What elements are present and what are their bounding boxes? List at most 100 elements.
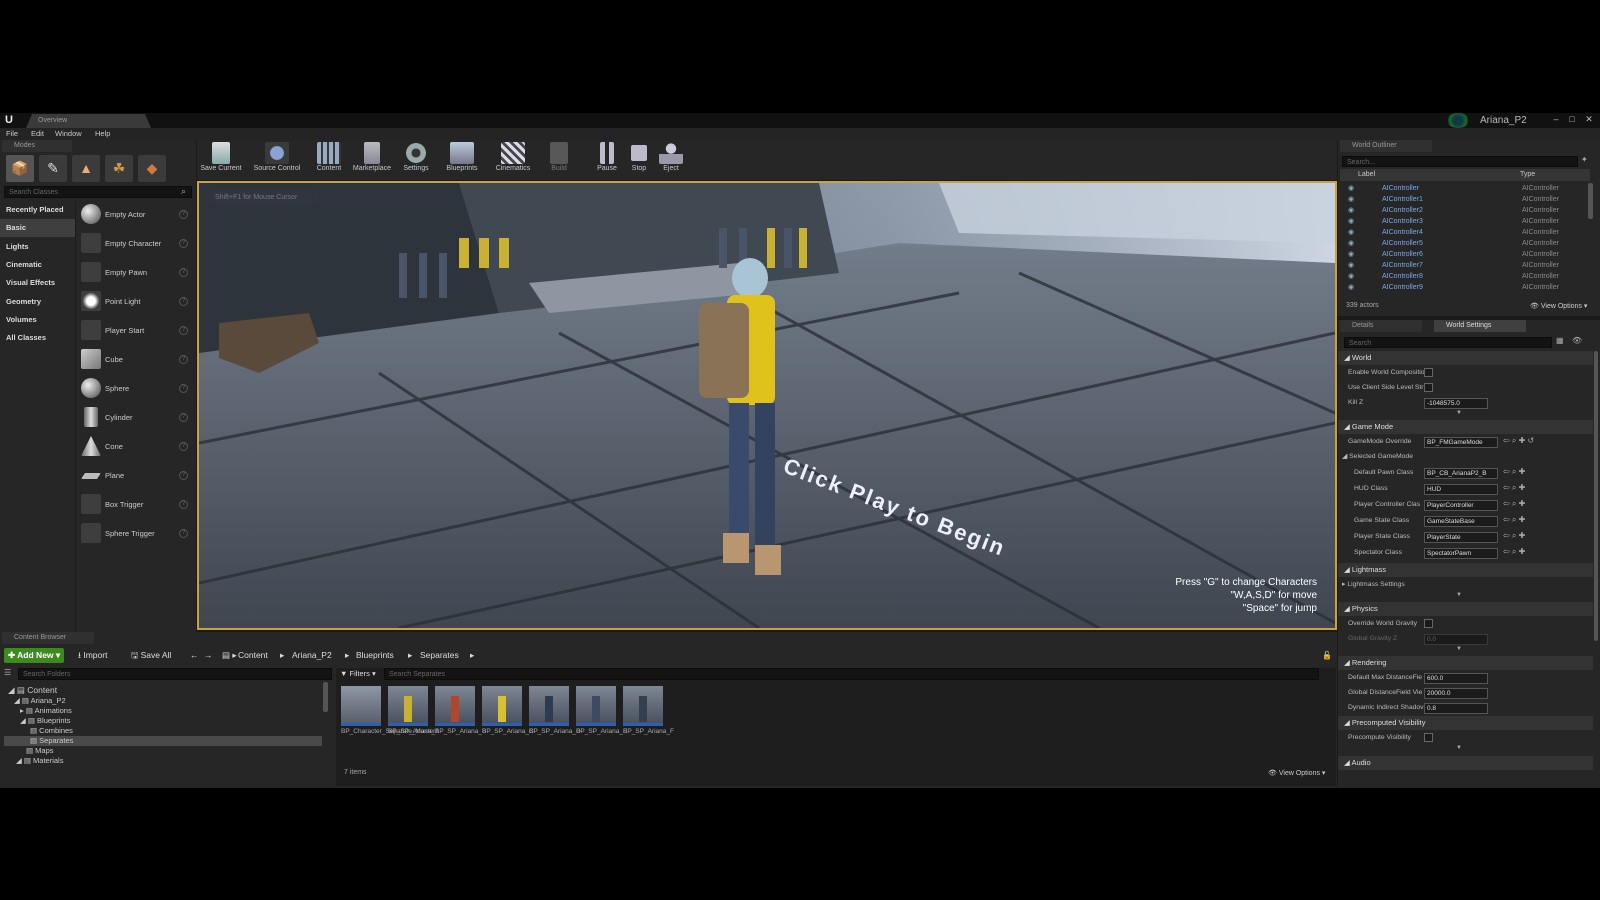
outliner-scrollbar[interactable]	[1588, 183, 1593, 219]
asset-tile[interactable]: BP_SP_Ariana_A	[388, 686, 439, 736]
table-row[interactable]: ◉ AIController8 AIController	[1342, 271, 1592, 282]
close-button[interactable]: ✕	[1582, 114, 1596, 125]
breadcrumb-separates[interactable]: Separates	[420, 648, 459, 663]
visibility-eye-icon[interactable]: ◉	[1348, 271, 1354, 282]
save-current-button[interactable]: Save Current	[199, 142, 243, 178]
place-mode-icon[interactable]: 📦	[6, 155, 34, 182]
visibility-eye-icon[interactable]: 👁	[1572, 336, 1582, 345]
lock-icon[interactable]: 🔓	[1322, 651, 1332, 660]
place-item-player-start[interactable]: Player Start?	[78, 317, 192, 344]
visibility-eye-icon[interactable]: ◉	[1348, 205, 1354, 216]
details-scrollbar[interactable]	[1594, 351, 1598, 641]
marketplace-button[interactable]: Marketplace	[350, 142, 394, 178]
category-visual-effects[interactable]: Visual Effects	[0, 274, 75, 292]
tree-blueprints[interactable]: ◢ ▤ Blueprints	[20, 716, 70, 726]
save-all-button[interactable]: 🖫 Save All	[127, 648, 175, 663]
sources-toggle-icon[interactable]: ☰	[4, 668, 11, 677]
geometry-mode-icon[interactable]: ◆	[138, 155, 166, 182]
asset-tile[interactable]: BP_SP_Ariana_B	[435, 686, 486, 736]
tree-ariana[interactable]: ◢ ▤ Ariana_P2	[14, 696, 66, 706]
blueprints-button[interactable]: Blueprints	[441, 142, 483, 178]
help-icon[interactable]: ?	[179, 326, 188, 335]
minimize-button[interactable]: –	[1549, 114, 1563, 125]
world-outliner-tab[interactable]: World Outliner	[1340, 140, 1432, 152]
menu-window[interactable]: Window	[55, 128, 82, 140]
asset-tile[interactable]: BP_SP_Ariana_C	[482, 686, 534, 736]
place-item-box-trigger[interactable]: Box Trigger?	[78, 491, 192, 518]
category-basic[interactable]: Basic	[0, 219, 75, 237]
details-tab[interactable]: Details	[1340, 320, 1422, 332]
paint-mode-icon[interactable]: ✎	[39, 155, 67, 182]
kill-z-input[interactable]: -1048575.0	[1424, 398, 1488, 409]
visibility-eye-icon[interactable]: ◉	[1348, 238, 1354, 249]
class-actions-icons[interactable]: ⇦ ⌕ ✚	[1503, 467, 1525, 477]
place-item-cylinder[interactable]: Cylinder?	[78, 404, 192, 431]
help-icon[interactable]: ?	[179, 442, 188, 451]
expand-advanced-icon[interactable]: ▼	[1456, 745, 1462, 751]
global-gravity-input[interactable]: 0.0	[1424, 634, 1488, 645]
use-client-side-checkbox[interactable]	[1424, 383, 1433, 392]
expand-advanced-icon[interactable]: ▼	[1456, 592, 1462, 598]
help-icon[interactable]: ?	[179, 471, 188, 480]
add-new-button[interactable]: ✚ Add New ▾	[4, 648, 65, 663]
content-browser-tab[interactable]: Content Browser	[2, 632, 94, 644]
property-matrix-icon[interactable]: ▦	[1556, 336, 1564, 345]
class-actions-icons[interactable]: ⇦ ⌕ ✚	[1503, 547, 1525, 557]
settings-button[interactable]: Settings	[399, 142, 433, 178]
section-physics[interactable]: ◢ Physics	[1338, 602, 1593, 616]
visibility-eye-icon[interactable]: ◉	[1348, 249, 1354, 260]
menu-edit[interactable]: Edit	[31, 128, 44, 140]
search-classes-input[interactable]: Search Classes	[4, 186, 192, 198]
expand-advanced-icon[interactable]: ▼	[1456, 410, 1462, 416]
landscape-mode-icon[interactable]: ▲	[72, 155, 100, 182]
outliner-search-input[interactable]: Search...	[1342, 156, 1578, 167]
place-item-empty-character[interactable]: Empty Character?	[78, 230, 192, 257]
pause-button[interactable]: Pause	[593, 142, 621, 178]
unreal-logo-icon[interactable]: U	[2, 114, 16, 127]
help-icon[interactable]: ?	[179, 210, 188, 219]
category-volumes[interactable]: Volumes	[0, 311, 75, 329]
expand-advanced-icon[interactable]: ▼	[1456, 646, 1462, 652]
visibility-eye-icon[interactable]: ◉	[1348, 183, 1354, 194]
tree-content[interactable]: ◢ ▤ Content	[8, 685, 57, 695]
table-row[interactable]: ◉ AIController2 AIController	[1342, 205, 1592, 216]
asset-tile[interactable]: BP_SP_Ariana_E	[576, 686, 627, 736]
help-icon[interactable]: ?	[179, 413, 188, 422]
table-row[interactable]: ◉ AIController6 AIController	[1342, 249, 1592, 260]
eject-button[interactable]: Eject	[657, 142, 685, 178]
help-icon[interactable]: ?	[179, 239, 188, 248]
help-icon[interactable]: ?	[179, 529, 188, 538]
filters-button[interactable]: ▼ Filters ▾	[340, 668, 376, 680]
build-button[interactable]: Build	[543, 142, 575, 178]
precompute-visibility-checkbox[interactable]	[1424, 733, 1433, 742]
class-actions-icons[interactable]: ⇦ ⌕ ✚	[1503, 515, 1525, 525]
enable-world-composition-checkbox[interactable]	[1424, 368, 1433, 377]
dynamic-indirect-shadow-input[interactable]: 0.8	[1424, 703, 1488, 714]
help-icon[interactable]: ?	[179, 500, 188, 509]
breadcrumb-blueprints[interactable]: Blueprints	[356, 648, 394, 663]
place-item-cone[interactable]: Cone?	[78, 433, 192, 460]
player-controller-dropdown[interactable]: PlayerController	[1424, 500, 1498, 511]
table-row[interactable]: ◉ AIController7 AIController	[1342, 260, 1592, 271]
tree-scrollbar[interactable]	[323, 682, 328, 712]
menu-help[interactable]: Help	[95, 128, 110, 140]
level-viewport[interactable]: Shift+F1 for Mouse Cursor Click Play to …	[197, 181, 1337, 630]
asset-tile[interactable]: BP_SP_Ariana_D	[529, 686, 581, 736]
section-lightmass[interactable]: ◢ Lightmass	[1338, 563, 1593, 577]
tree-separates[interactable]: ▤ Separates	[4, 736, 322, 746]
place-item-sphere[interactable]: Sphere?	[78, 375, 192, 402]
outliner-add-icon[interactable]: ✦	[1581, 155, 1588, 164]
breadcrumb-ariana[interactable]: Ariana_P2	[292, 648, 332, 663]
section-precomputed-visibility[interactable]: ◢ Precomputed Visibility	[1338, 716, 1593, 730]
stop-button[interactable]: Stop	[625, 142, 653, 178]
import-button[interactable]: ⭳ Import	[74, 648, 111, 663]
search-assets-input[interactable]: Search Separates	[384, 668, 1319, 680]
outliner-view-options-button[interactable]: 👁 View Options ▾	[1530, 302, 1587, 310]
max-distance-field-input[interactable]: 600.0	[1424, 673, 1488, 684]
content-button[interactable]: Content	[313, 142, 345, 178]
visibility-eye-icon[interactable]: ◉	[1348, 227, 1354, 238]
level-tab[interactable]: Overview	[26, 114, 151, 128]
category-recently-placed[interactable]: Recently Placed	[0, 201, 75, 219]
category-all-classes[interactable]: All Classes	[0, 329, 75, 347]
cb-view-options-button[interactable]: 👁 View Options ▾	[1268, 769, 1325, 777]
